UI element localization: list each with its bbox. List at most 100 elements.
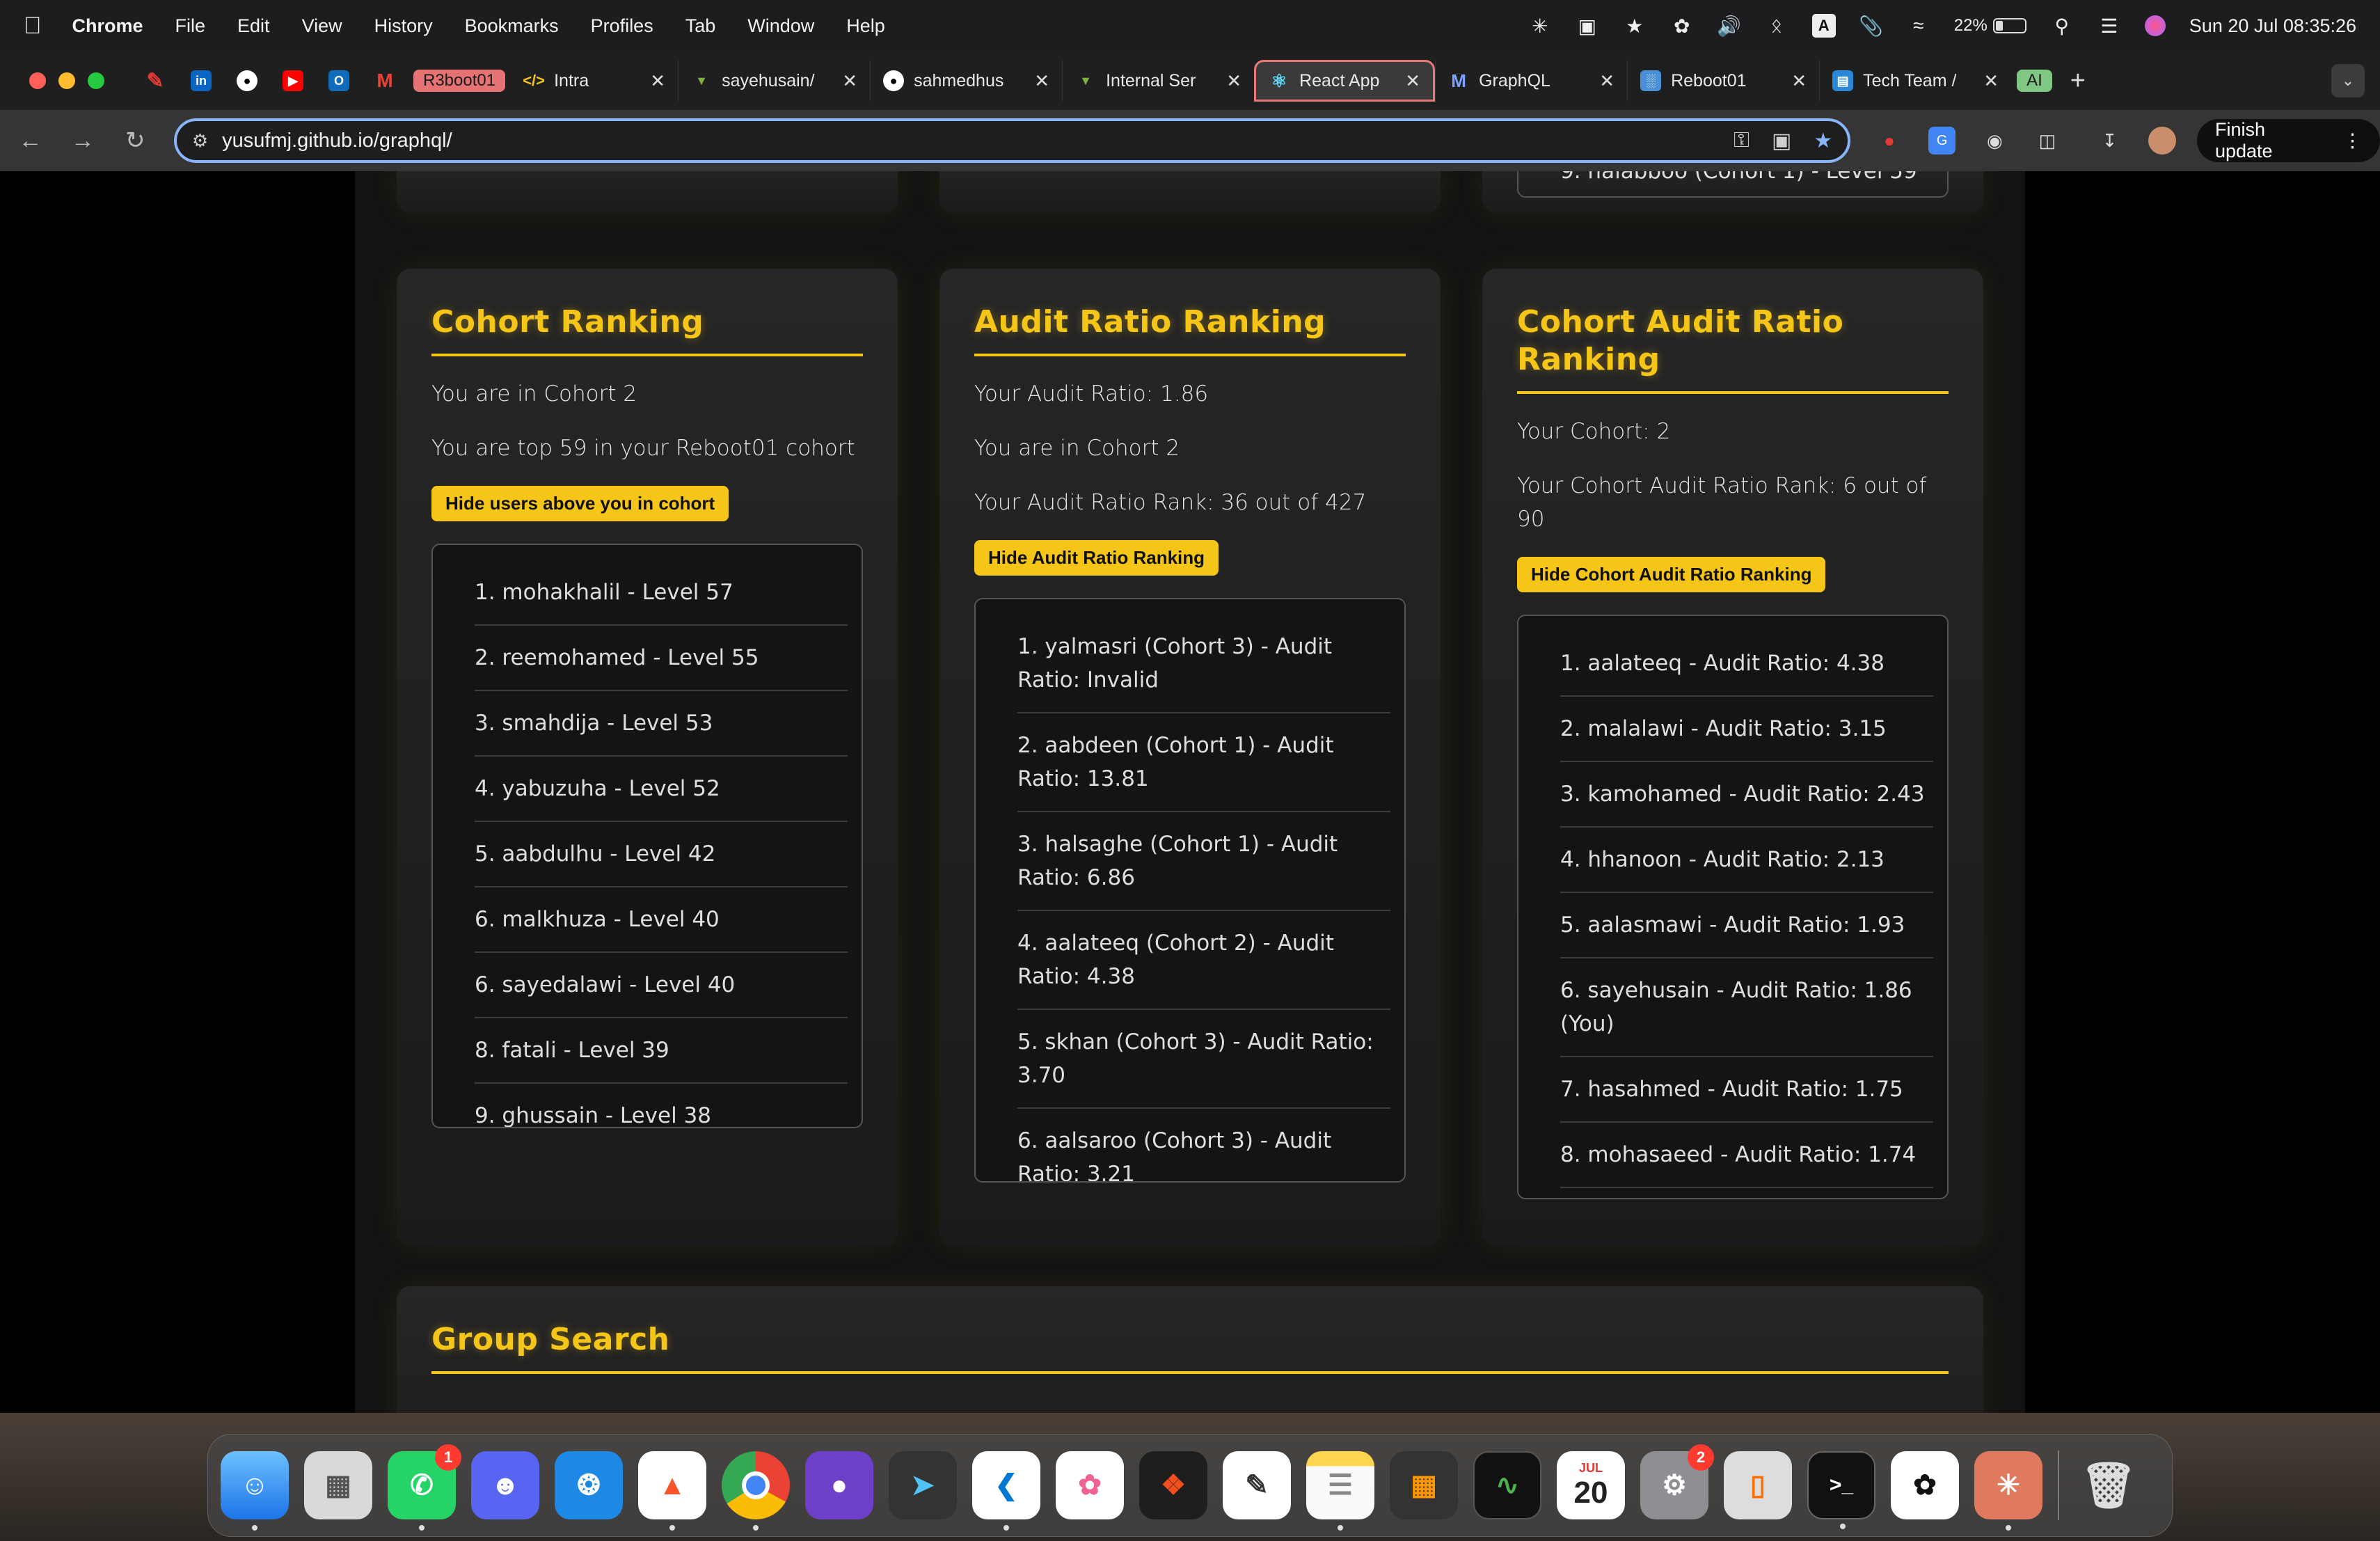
freeform-icon[interactable]: ✎ bbox=[1223, 1451, 1291, 1519]
chrome-icon[interactable] bbox=[722, 1451, 790, 1531]
menubar-clock[interactable]: Sun 20 Jul 08:35:26 bbox=[2189, 15, 2356, 37]
hide-cohort-audit-ranking-button[interactable]: Hide Cohort Audit Ratio Ranking bbox=[1517, 557, 1826, 592]
input-source-icon[interactable]: A bbox=[1811, 14, 1836, 38]
hide-users-above-button[interactable]: Hide users above you in cohort bbox=[431, 486, 729, 521]
address-bar[interactable]: ⚙ yusufmj.github.io/graphql/ ⚿ ▣ ★ bbox=[173, 118, 1851, 163]
download-icon[interactable]: ↧ bbox=[2096, 127, 2124, 155]
cohort-audit-ratio-ranking-list[interactable]: 1. aalateeq - Audit Ratio: 4.38 2. malal… bbox=[1517, 615, 1949, 1199]
menu-help[interactable]: Help bbox=[846, 15, 885, 37]
install-app-icon[interactable]: ▣ bbox=[1772, 129, 1791, 153]
forward-arrow-icon[interactable]: → bbox=[56, 127, 109, 155]
tab-graphql[interactable]: M GraphQL ✕ bbox=[1435, 60, 1627, 102]
pinned-tab-outlook[interactable]: O bbox=[316, 60, 362, 102]
discord-icon[interactable]: ☻ bbox=[471, 1451, 539, 1519]
pinned-tab-linkedin[interactable]: in bbox=[178, 60, 224, 102]
control-center-icon[interactable]: ☰ bbox=[2097, 14, 2121, 38]
minimize-window-button[interactable] bbox=[58, 72, 75, 89]
figma-icon[interactable]: ❖ bbox=[1139, 1451, 1207, 1519]
close-tab-icon[interactable]: ✕ bbox=[1034, 70, 1049, 92]
close-tab-icon[interactable]: ✕ bbox=[842, 70, 857, 92]
launchpad-icon[interactable]: ▦ bbox=[304, 1451, 372, 1519]
extensions-puzzle-icon[interactable]: ◫ bbox=[2033, 127, 2061, 155]
menu-file[interactable]: File bbox=[175, 15, 206, 37]
pinned-tab-youtube[interactable]: ▶ bbox=[270, 60, 316, 102]
translate-extension-icon[interactable]: G bbox=[1928, 127, 1956, 155]
close-tab-icon[interactable]: ✕ bbox=[1983, 70, 1999, 92]
pinned-tab-github[interactable]: ● bbox=[224, 60, 270, 102]
claude-status-icon[interactable]: ✳ bbox=[1528, 14, 1552, 38]
screenshot-status-icon[interactable]: ▣ bbox=[1576, 14, 1599, 38]
finder-icon[interactable]: ☺ bbox=[221, 1451, 289, 1531]
whatsapp-icon[interactable]: ✆ 1 bbox=[388, 1444, 461, 1531]
claude-icon[interactable]: ✳ bbox=[1974, 1451, 2042, 1531]
bluetooth-icon[interactable]: ᛟ bbox=[1765, 14, 1788, 38]
safari-icon[interactable]: ❂ bbox=[555, 1451, 623, 1519]
close-tab-icon[interactable]: ✕ bbox=[1405, 70, 1420, 92]
close-tab-icon[interactable]: ✕ bbox=[650, 70, 665, 92]
menu-edit[interactable]: Edit bbox=[237, 15, 270, 37]
tab-internal-services[interactable]: ▼ Internal Ser ✕ bbox=[1062, 60, 1254, 102]
back-arrow-icon[interactable]: ← bbox=[4, 127, 56, 155]
extension-cookie-icon[interactable]: ◉ bbox=[1981, 127, 2008, 155]
hide-audit-ranking-button[interactable]: Hide Audit Ratio Ranking bbox=[974, 540, 1219, 576]
finish-update-button[interactable]: Finish update ⋮ bbox=[2196, 119, 2380, 162]
chatgpt-status-icon[interactable]: ✿ bbox=[1670, 14, 1694, 38]
tab-intra[interactable]: </> Intra ✕ bbox=[511, 60, 678, 102]
wifi-icon[interactable]: ≈ bbox=[1907, 14, 1930, 38]
tab-sahmedhus[interactable]: ● sahmedhus ✕ bbox=[870, 60, 1062, 102]
password-key-icon[interactable]: ⚿ bbox=[1734, 129, 1750, 152]
spotlight-search-icon[interactable]: ⚲ bbox=[2050, 14, 2074, 38]
terminal-icon[interactable]: >_ bbox=[1807, 1451, 1875, 1529]
reload-icon[interactable]: ↻ bbox=[109, 127, 161, 155]
calendar-icon[interactable]: JUL 20 bbox=[1557, 1451, 1625, 1519]
trash-icon[interactable]: 🗑 bbox=[2074, 1451, 2143, 1519]
calculator-icon[interactable]: ▦ bbox=[1390, 1451, 1458, 1519]
battery-indicator[interactable]: 22% bbox=[1954, 16, 2026, 35]
menu-history[interactable]: History bbox=[374, 15, 433, 37]
tab-react-app[interactable]: ⚛ React App ✕ bbox=[1254, 60, 1436, 102]
new-tab-button[interactable]: + bbox=[2070, 66, 2086, 96]
audit-ratio-ranking-list[interactable]: 1. yalmasri (Cohort 3) - Audit Ratio: In… bbox=[974, 598, 1406, 1183]
menu-app-name[interactable]: Chrome bbox=[72, 15, 143, 37]
menu-bookmarks[interactable]: Bookmarks bbox=[465, 15, 559, 37]
tab-reboot01[interactable]: ░ Reboot01 ✕ bbox=[1627, 60, 1819, 102]
tab-search-chevron-icon[interactable]: ⌄ bbox=[2331, 64, 2365, 97]
cursor-status-icon[interactable]: ★ bbox=[1623, 14, 1647, 38]
page-viewport[interactable]: 9. halabboo (Cohort 1) - Level 59 Cohort… bbox=[0, 171, 2380, 1413]
brave-icon[interactable]: ▲ bbox=[638, 1451, 706, 1531]
pinned-tab-pen[interactable]: ✎ bbox=[132, 60, 178, 102]
profile-avatar[interactable] bbox=[2148, 127, 2176, 155]
menu-tab[interactable]: Tab bbox=[685, 15, 716, 37]
vscode-icon[interactable]: ❮ bbox=[972, 1451, 1040, 1531]
close-tab-icon[interactable]: ✕ bbox=[1599, 70, 1615, 92]
tab-group-label[interactable]: R3boot01 bbox=[413, 70, 506, 92]
tab-sayehusain[interactable]: ▼ sayehusain/ ✕ bbox=[678, 60, 870, 102]
system-settings-icon[interactable]: ⚙ 2 bbox=[1640, 1444, 1714, 1519]
url-text[interactable]: yusufmj.github.io/graphql/ bbox=[222, 129, 1711, 152]
prompt-app-icon[interactable]: ➤ bbox=[889, 1451, 957, 1519]
extension-record-icon[interactable]: ● bbox=[1875, 127, 1903, 155]
apple-menu-icon[interactable]:  bbox=[24, 13, 42, 40]
tab-tech-team[interactable]: ▤ Tech Team / ✕ bbox=[1819, 60, 2011, 102]
photos-icon[interactable]: ✿ bbox=[1056, 1451, 1124, 1519]
menu-window[interactable]: Window bbox=[747, 15, 814, 37]
pinned-tab-gmail[interactable]: M bbox=[362, 60, 408, 102]
github-desktop-icon[interactable]: ● bbox=[805, 1451, 873, 1519]
notes-icon[interactable]: ☰ bbox=[1306, 1451, 1374, 1531]
ai-tab-group[interactable]: AI bbox=[2017, 70, 2052, 92]
menu-profiles[interactable]: Profiles bbox=[591, 15, 653, 37]
paperclip-icon[interactable]: 📎 bbox=[1859, 14, 1883, 38]
site-settings-icon[interactable]: ⚙ bbox=[192, 130, 208, 152]
zoom-window-button[interactable] bbox=[88, 72, 104, 89]
iphone-mirroring-icon[interactable]: ▯ bbox=[1724, 1451, 1792, 1519]
cohort-ranking-list[interactable]: 1. mohakhalil - Level 57 2. reemohamed -… bbox=[431, 544, 863, 1128]
bookmark-star-icon[interactable]: ★ bbox=[1814, 129, 1832, 153]
close-tab-icon[interactable]: ✕ bbox=[1791, 70, 1807, 92]
menu-view[interactable]: View bbox=[302, 15, 342, 37]
volume-icon[interactable]: 🔊 bbox=[1717, 14, 1741, 38]
close-tab-icon[interactable]: ✕ bbox=[1226, 70, 1241, 92]
chatgpt-icon[interactable]: ✿ bbox=[1891, 1451, 1959, 1519]
siri-icon[interactable] bbox=[2144, 15, 2166, 36]
activity-monitor-icon[interactable]: ∿ bbox=[1473, 1451, 1541, 1519]
close-window-button[interactable] bbox=[29, 72, 46, 89]
